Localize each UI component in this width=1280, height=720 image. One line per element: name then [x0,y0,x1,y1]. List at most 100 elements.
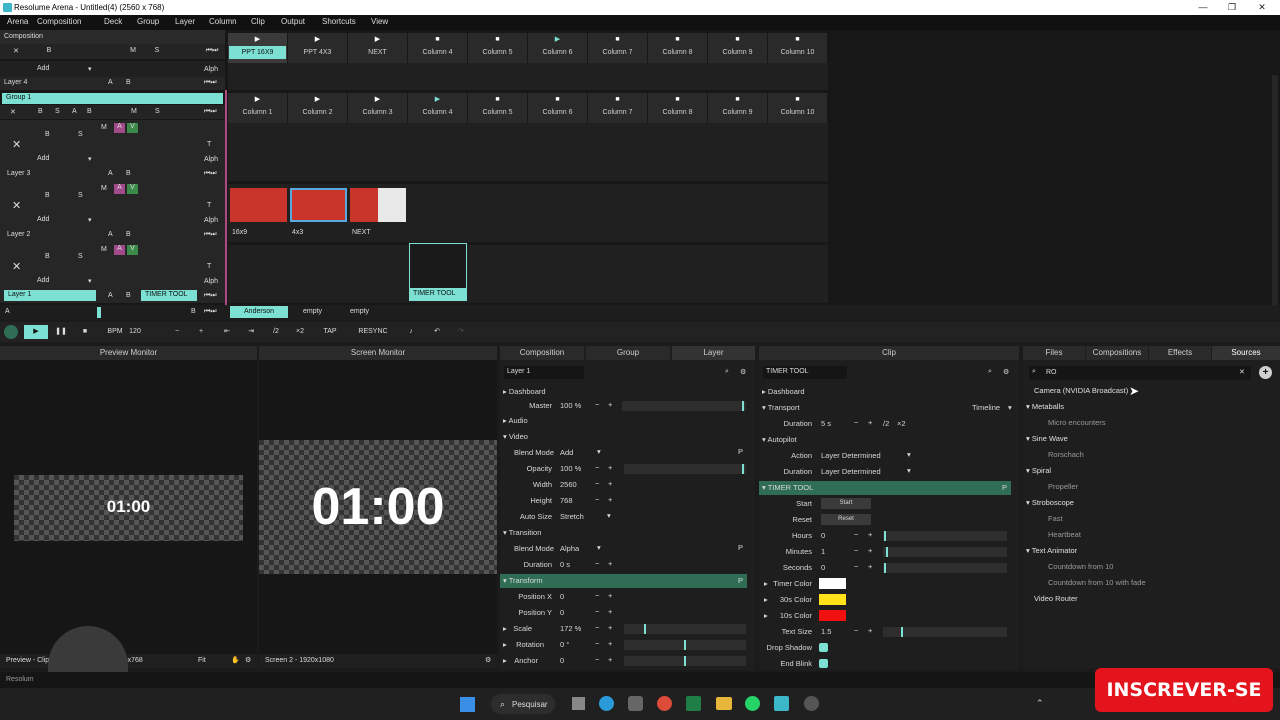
rotation-value[interactable]: 0 ° [560,640,569,649]
timer-tool-section[interactable]: ▾ TIMER TOOL P [759,481,1011,495]
source-item[interactable]: ▾ Sine Wave [1026,434,1068,443]
menu-view[interactable]: View [371,17,388,26]
column-header-10[interactable]: ■ Column 10 [768,33,827,63]
start-button[interactable]: Start [821,498,871,509]
source-item[interactable]: Fast [1048,514,1063,523]
group-column-1[interactable]: ▶ Column 1 [228,93,287,123]
video-section[interactable]: ▾ Video [500,430,755,444]
source-item[interactable]: Video Router [1034,594,1078,603]
nudge-forward-button[interactable]: ⇥ [244,325,258,339]
tab-files[interactable]: Files [1023,346,1085,360]
transform-section[interactable]: ▾ Transform P [500,574,747,588]
group-label[interactable]: Group 1 [2,93,223,104]
layer1-b-button[interactable]: B [126,292,131,299]
layer2-skip-icon[interactable]: ⏮⏭ [204,231,217,239]
source-item[interactable]: Countdown from 10 with fade [1048,578,1146,587]
source-item[interactable]: Heartbeat [1048,530,1081,539]
audio-section[interactable]: ▸ Audio [500,414,755,428]
taskbar-search[interactable]: ⌕ Pesquisar [491,694,555,714]
layer1-v-toggle[interactable]: V [127,245,138,255]
menu-layer[interactable]: Layer [175,17,195,26]
color-30s-swatch[interactable] [819,594,846,605]
position-x-value[interactable]: 0 [560,592,564,601]
group-clear-button[interactable]: ✕ [10,108,16,116]
layer1-a-toggle[interactable]: A [114,245,125,255]
group-column-6[interactable]: ■ Column 6 [528,93,587,123]
layer1-m-button[interactable]: M [101,246,107,253]
group-skip-icon[interactable]: ⏮⏭ [204,108,217,116]
redo-icon[interactable]: ↷ [454,325,468,339]
column-header-7[interactable]: ■ Column 7 [588,33,647,63]
task-view-icon[interactable] [572,697,585,710]
layer2-b-button[interactable]: B [126,231,131,238]
layer3-solo-button[interactable]: S [78,131,83,138]
transition-duration-value[interactable]: 0 s [560,560,570,569]
column-header-ppt4x3[interactable]: ▶ PPT 4X3 [288,33,347,63]
end-blink-checkbox[interactable] [819,659,828,668]
clip-name-field[interactable]: TIMER TOOL [763,366,847,379]
column-header-6[interactable]: ▶ Column 6 [528,33,587,63]
search-icon[interactable]: ⌕ [988,368,992,376]
maximize-button[interactable]: ❐ [1223,2,1241,13]
gear-icon[interactable]: ⚙ [740,368,746,376]
column-header-9[interactable]: ■ Column 9 [708,33,767,63]
menu-column[interactable]: Column [209,17,237,26]
color-10s-swatch[interactable] [819,610,846,621]
group-column-9[interactable]: ■ Column 9 [708,93,767,123]
gear-icon[interactable]: ⚙ [1003,368,1009,376]
group-bypass-button[interactable]: B [38,108,43,115]
auto-size-dropdown[interactable]: Stretch [560,512,584,521]
layer2-alpha-button[interactable]: Alph [204,217,218,224]
bpm-increase-button[interactable]: + [194,325,208,339]
group-solo-button[interactable]: S [55,108,60,115]
text-size-value[interactable]: 1.5 [821,627,831,636]
bpm-double-button[interactable]: ×2 [292,325,308,339]
grid-scrollbar[interactable] [1272,75,1278,305]
autopilot-action-dropdown[interactable]: Layer Determined [821,451,881,460]
layer3-skip-icon[interactable]: ⏮⏭ [204,170,217,178]
anchor-slider[interactable] [624,656,746,666]
group-s-button[interactable]: S [155,108,160,115]
source-item[interactable]: ▾ Text Animator [1026,546,1077,555]
layer1-bypass-button[interactable]: B [45,253,50,260]
layer1-a-button[interactable]: A [108,292,113,299]
gear-icon[interactable]: ⚙ [485,656,491,664]
tab-effects[interactable]: Effects [1149,346,1211,360]
transition-section[interactable]: ▾ Transition [500,526,755,540]
column-header-ppt16x9[interactable]: ▶ PPT 16X9 [228,33,287,63]
group-column-5[interactable]: ■ Column 5 [468,93,527,123]
layer2-transition-button[interactable]: T [207,202,211,209]
column-header-4[interactable]: ■ Column 4 [408,33,467,63]
layer1-label[interactable]: Layer 1 [4,290,96,301]
deck-tab-empty-2[interactable]: empty [350,308,369,315]
layer3-transition-button[interactable]: T [207,141,211,148]
group-column-2[interactable]: ▶ Column 2 [288,93,347,123]
chrome-icon[interactable] [657,696,672,711]
app-icon[interactable] [804,696,819,711]
layer3-m-button[interactable]: M [101,124,107,131]
composition-skip-button[interactable]: ⏮⏭ [202,47,222,55]
close-window-button[interactable]: ✕ [1253,2,1271,13]
pause-button[interactable]: ❚❚ [54,325,68,339]
duration-double-button[interactable]: ×2 [897,419,906,428]
scale-slider[interactable] [624,624,746,634]
opacity-value[interactable]: 100 % [560,464,581,473]
sync-icon[interactable] [4,325,18,339]
group-a-button[interactable]: A [72,108,77,115]
windows-start-icon[interactable] [460,697,475,712]
layer4-b-button[interactable]: B [126,79,131,86]
autopilot-section[interactable]: ▾ Autopilot [759,433,1014,447]
master-slider[interactable] [622,401,746,411]
column-header-5[interactable]: ■ Column 5 [468,33,527,63]
hand-icon[interactable]: ✋ [231,656,240,664]
tab-layer[interactable]: Layer [672,346,755,360]
nudge-back-button[interactable]: ⇤ [220,325,234,339]
minimize-button[interactable]: — [1194,2,1212,12]
composition-clear-button[interactable]: ✕ [10,47,22,55]
rotation-slider[interactable] [624,640,746,650]
composition-add-dropdown[interactable]: Add [37,65,49,72]
seconds-slider[interactable] [883,563,1007,573]
bpm-half-button[interactable]: /2 [268,325,284,339]
crossfader-handle[interactable] [97,307,101,318]
layer3-b-button[interactable]: B [126,170,131,177]
